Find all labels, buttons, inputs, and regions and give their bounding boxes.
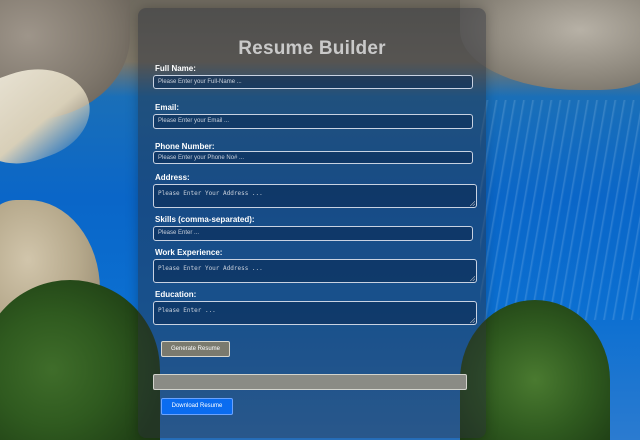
skills-label: Skills (comma-separated): bbox=[155, 215, 255, 224]
resize-handle-icon[interactable] bbox=[470, 276, 475, 281]
work-experience-label: Work Experience: bbox=[155, 248, 223, 257]
page-title: Resume Builder bbox=[238, 38, 386, 59]
email-label: Email: bbox=[155, 103, 180, 112]
download-resume-button[interactable]: Download Resume bbox=[161, 398, 233, 415]
trees-left bbox=[0, 280, 160, 440]
full-name-input[interactable]: Please Enter your Full-Name ... bbox=[153, 75, 473, 89]
sea-sparkle bbox=[480, 100, 640, 320]
skills-input[interactable]: Please Enter ... bbox=[153, 226, 473, 241]
education-textarea[interactable]: Please Enter ... bbox=[153, 301, 477, 325]
address-placeholder: Please Enter Your Address ... bbox=[158, 190, 263, 197]
full-name-label: Full Name: bbox=[155, 64, 196, 73]
education-placeholder: Please Enter ... bbox=[158, 307, 216, 314]
address-textarea[interactable]: Please Enter Your Address ... bbox=[153, 184, 477, 208]
generate-resume-button[interactable]: Generate Resume bbox=[161, 341, 230, 357]
email-input[interactable]: Please Enter your Email ... bbox=[153, 114, 473, 129]
resume-output-field[interactable] bbox=[153, 374, 467, 390]
resize-handle-icon[interactable] bbox=[470, 318, 475, 323]
cliff-right bbox=[460, 0, 640, 90]
phone-input[interactable]: Please Enter your Phone No# ... bbox=[153, 151, 473, 164]
resize-handle-icon[interactable] bbox=[470, 201, 475, 206]
resume-form-panel: Resume Builder Full Name: Please Enter y… bbox=[138, 8, 486, 438]
address-label: Address: bbox=[155, 173, 190, 182]
education-label: Education: bbox=[155, 290, 197, 299]
phone-label: Phone Number: bbox=[155, 142, 215, 151]
work-experience-placeholder: Please Enter Your Address ... bbox=[158, 265, 263, 272]
work-experience-textarea[interactable]: Please Enter Your Address ... bbox=[153, 259, 477, 283]
